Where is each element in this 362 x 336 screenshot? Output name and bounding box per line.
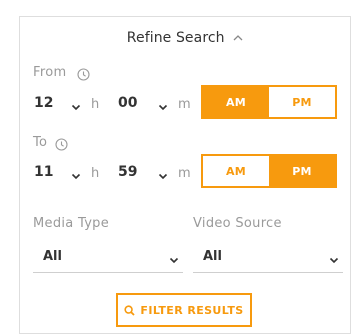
to-pm-button[interactable]: PM — [269, 156, 335, 186]
from-label: From — [33, 65, 67, 80]
clock-icon — [77, 66, 90, 81]
clock-icon — [55, 136, 68, 151]
chevron-down-icon — [169, 253, 179, 268]
chevron-down-icon — [71, 168, 81, 184]
media-type-value: All — [43, 249, 62, 264]
to-minute-value: 59 — [118, 164, 138, 180]
from-pm-button[interactable]: PM — [269, 87, 335, 117]
from-am-button[interactable]: AM — [203, 87, 269, 117]
to-label: To — [33, 135, 48, 150]
from-hour-unit: h — [91, 97, 100, 112]
from-ampm-toggle: AM PM — [201, 85, 337, 119]
to-hour-unit: h — [91, 166, 100, 181]
from-hour-select[interactable]: 12 — [34, 90, 86, 116]
chevron-down-icon — [158, 168, 168, 184]
from-hour-value: 12 — [34, 95, 54, 111]
video-source-value: All — [203, 249, 222, 264]
from-minute-value: 00 — [118, 95, 138, 111]
from-minute-unit: m — [178, 97, 191, 112]
filter-results-label: FILTER RESULTS — [140, 303, 244, 317]
to-hour-select[interactable]: 11 — [34, 159, 86, 185]
video-source-label: Video Source — [193, 216, 282, 231]
to-am-button[interactable]: AM — [203, 156, 269, 186]
chevron-down-icon — [71, 99, 81, 115]
to-ampm-toggle: AM PM — [201, 154, 337, 188]
to-minute-select[interactable]: 59 — [118, 159, 172, 185]
media-type-select[interactable]: All — [33, 241, 183, 273]
refine-search-toggle[interactable]: Refine Search — [20, 29, 350, 46]
search-icon — [124, 304, 136, 316]
from-minute-select[interactable]: 00 — [118, 90, 172, 116]
to-minute-unit: m — [178, 166, 191, 181]
refine-search-panel: Refine Search From 12 h 00 m AM PM To 11 — [19, 16, 351, 334]
filter-results-button[interactable]: FILTER RESULTS — [116, 293, 252, 327]
video-source-select[interactable]: All — [193, 241, 343, 273]
to-hour-value: 11 — [34, 164, 54, 180]
chevron-down-icon — [329, 253, 339, 268]
panel-title: Refine Search — [126, 30, 225, 46]
chevron-up-icon — [233, 29, 243, 45]
chevron-down-icon — [158, 99, 168, 115]
media-type-label: Media Type — [33, 216, 110, 231]
